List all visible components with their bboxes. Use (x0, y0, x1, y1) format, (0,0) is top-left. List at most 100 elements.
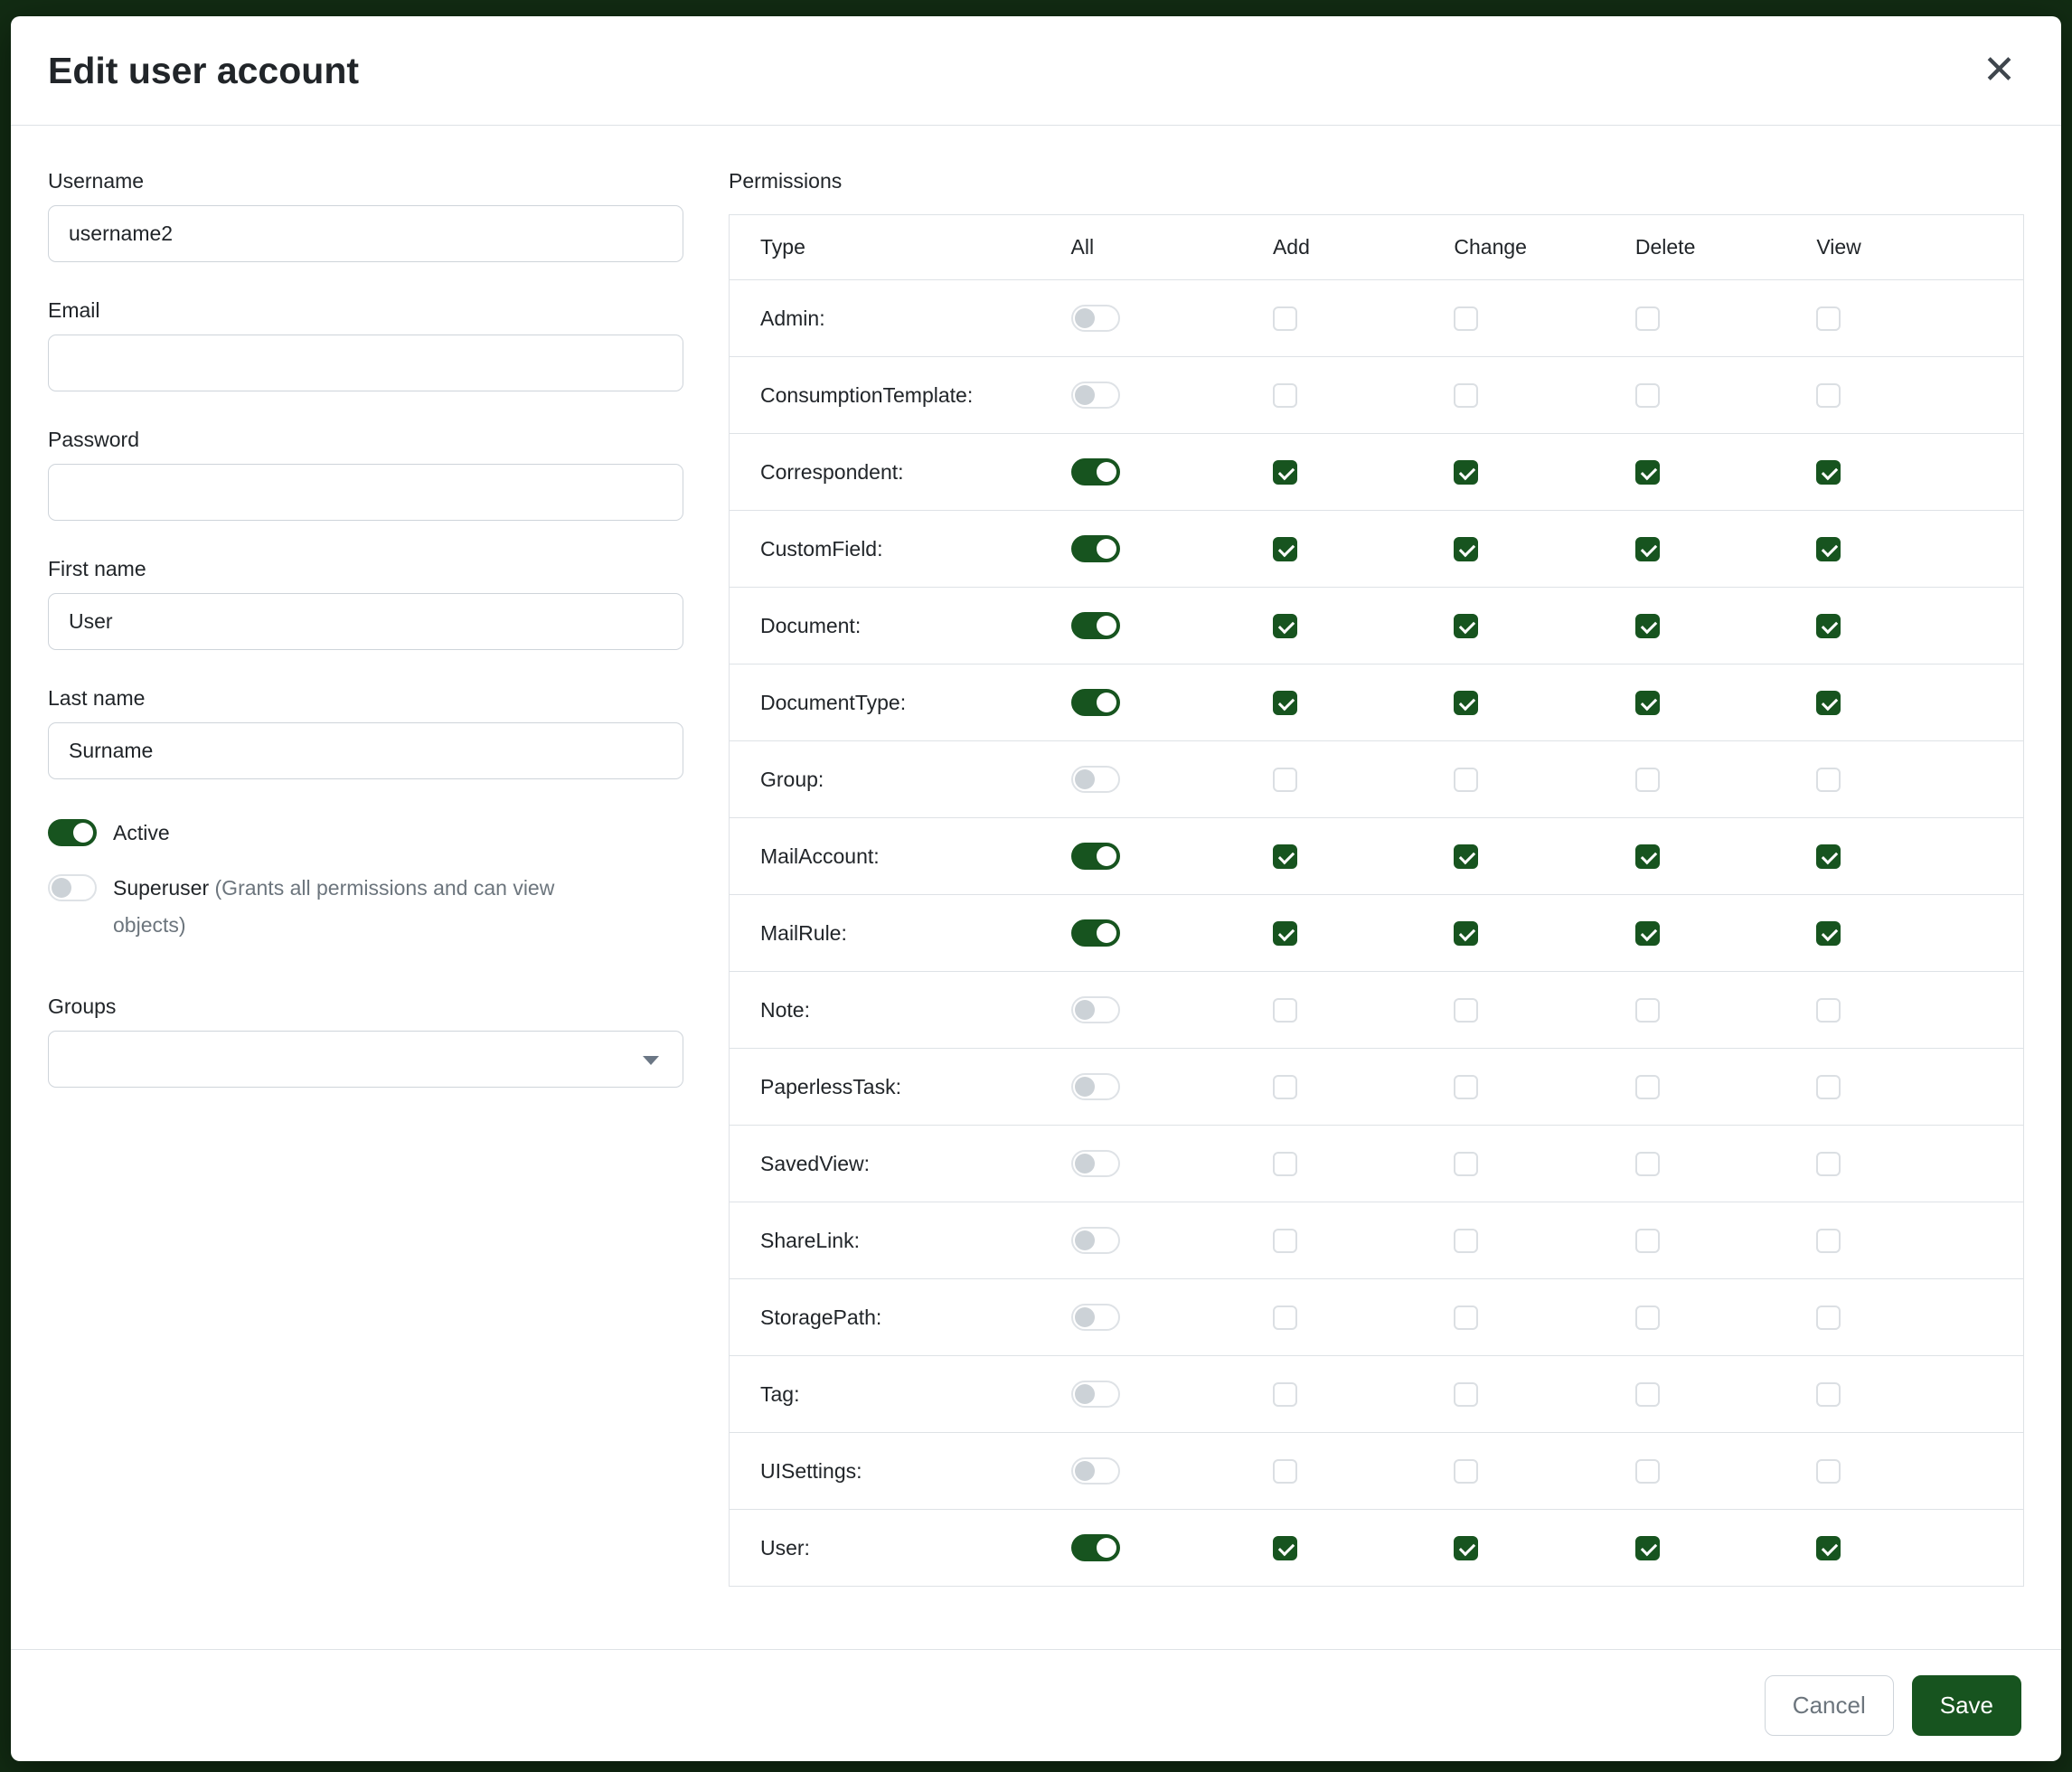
permission-change-checkbox[interactable] (1454, 691, 1478, 715)
permission-add-checkbox[interactable] (1273, 1152, 1297, 1176)
permission-add-checkbox[interactable] (1273, 1229, 1297, 1253)
permission-add-checkbox[interactable] (1273, 460, 1297, 485)
permission-delete-checkbox[interactable] (1635, 844, 1660, 869)
cancel-button[interactable]: Cancel (1765, 1675, 1894, 1736)
permission-add-checkbox[interactable] (1273, 537, 1297, 561)
permission-change-checkbox[interactable] (1454, 921, 1478, 946)
permission-delete-checkbox[interactable] (1635, 306, 1660, 331)
permission-view-checkbox[interactable] (1816, 537, 1841, 561)
permission-add-checkbox[interactable] (1273, 306, 1297, 331)
permission-delete-checkbox[interactable] (1635, 1075, 1660, 1099)
permission-delete-checkbox[interactable] (1635, 1152, 1660, 1176)
permission-delete-checkbox[interactable] (1635, 691, 1660, 715)
permission-view-checkbox[interactable] (1816, 768, 1841, 792)
username-input[interactable] (48, 205, 683, 262)
permission-view-checkbox[interactable] (1816, 1382, 1841, 1407)
permission-view-checkbox[interactable] (1816, 1459, 1841, 1484)
permission-delete-checkbox[interactable] (1635, 998, 1660, 1023)
toggle-knob (1075, 1384, 1095, 1404)
permission-delete-checkbox[interactable] (1635, 1459, 1660, 1484)
permission-view-checkbox[interactable] (1816, 1305, 1841, 1330)
permission-all-toggle[interactable] (1071, 919, 1120, 947)
superuser-toggle[interactable] (48, 874, 97, 901)
permission-delete-checkbox[interactable] (1635, 1382, 1660, 1407)
permission-change-checkbox[interactable] (1454, 768, 1478, 792)
permission-all-toggle[interactable] (1071, 1227, 1120, 1254)
permission-all-toggle[interactable] (1071, 535, 1120, 562)
permission-add-checkbox[interactable] (1273, 383, 1297, 408)
permission-all-toggle[interactable] (1071, 1150, 1120, 1177)
permission-change-checkbox[interactable] (1454, 537, 1478, 561)
permission-add-checkbox[interactable] (1273, 921, 1297, 946)
permission-all-toggle[interactable] (1071, 996, 1120, 1023)
permission-add-checkbox[interactable] (1273, 844, 1297, 869)
permission-delete-checkbox[interactable] (1635, 383, 1660, 408)
permission-change-checkbox[interactable] (1454, 1075, 1478, 1099)
permission-view-checkbox[interactable] (1816, 1536, 1841, 1560)
permission-change-checkbox[interactable] (1454, 1459, 1478, 1484)
permission-change-checkbox[interactable] (1454, 1536, 1478, 1560)
permission-add-checkbox[interactable] (1273, 1459, 1297, 1484)
permission-all-toggle[interactable] (1071, 766, 1120, 793)
permission-delete-checkbox[interactable] (1635, 537, 1660, 561)
permission-view-checkbox[interactable] (1816, 844, 1841, 869)
permission-all-toggle[interactable] (1071, 689, 1120, 716)
permission-add-checkbox[interactable] (1273, 1382, 1297, 1407)
permission-all-toggle[interactable] (1071, 1073, 1120, 1100)
permission-add-checkbox[interactable] (1273, 998, 1297, 1023)
permission-type-cell: StoragePath: (730, 1279, 1071, 1356)
permission-add-checkbox[interactable] (1273, 691, 1297, 715)
active-toggle[interactable] (48, 819, 97, 846)
email-field[interactable] (48, 335, 683, 391)
permission-delete-checkbox[interactable] (1635, 614, 1660, 638)
toggle-knob (1075, 1461, 1095, 1481)
permission-delete-checkbox[interactable] (1635, 1229, 1660, 1253)
save-button[interactable]: Save (1912, 1675, 2021, 1736)
permission-view-checkbox[interactable] (1816, 306, 1841, 331)
password-field[interactable] (48, 464, 683, 521)
permission-add-checkbox[interactable] (1273, 768, 1297, 792)
permission-all-toggle[interactable] (1071, 305, 1120, 332)
permission-all-toggle[interactable] (1071, 1457, 1120, 1485)
permission-delete-checkbox[interactable] (1635, 1305, 1660, 1330)
permission-change-checkbox[interactable] (1454, 1382, 1478, 1407)
permission-delete-checkbox[interactable] (1635, 1536, 1660, 1560)
permission-type-label: UISettings: (760, 1459, 862, 1483)
permission-change-checkbox[interactable] (1454, 1229, 1478, 1253)
permission-change-checkbox[interactable] (1454, 383, 1478, 408)
permission-add-checkbox[interactable] (1273, 614, 1297, 638)
permission-view-checkbox[interactable] (1816, 383, 1841, 408)
permission-all-toggle[interactable] (1071, 1304, 1120, 1331)
permission-all-toggle[interactable] (1071, 843, 1120, 870)
groups-select[interactable] (48, 1031, 683, 1088)
permission-view-checkbox[interactable] (1816, 1075, 1841, 1099)
permission-all-toggle[interactable] (1071, 382, 1120, 409)
permission-all-toggle[interactable] (1071, 612, 1120, 639)
permission-view-checkbox[interactable] (1816, 614, 1841, 638)
permission-change-checkbox[interactable] (1454, 1152, 1478, 1176)
permission-delete-checkbox[interactable] (1635, 768, 1660, 792)
permission-all-toggle[interactable] (1071, 1534, 1120, 1561)
permission-view-checkbox[interactable] (1816, 921, 1841, 946)
permission-change-checkbox[interactable] (1454, 614, 1478, 638)
last-name-field[interactable] (48, 722, 683, 779)
permission-all-toggle[interactable] (1071, 1381, 1120, 1408)
permission-change-checkbox[interactable] (1454, 306, 1478, 331)
permission-delete-checkbox[interactable] (1635, 921, 1660, 946)
permission-view-checkbox[interactable] (1816, 998, 1841, 1023)
permission-change-checkbox[interactable] (1454, 844, 1478, 869)
first-name-field[interactable] (48, 593, 683, 650)
close-button[interactable]: ✕ (1979, 51, 2020, 90)
permission-view-checkbox[interactable] (1816, 691, 1841, 715)
permission-change-checkbox[interactable] (1454, 998, 1478, 1023)
permission-view-checkbox[interactable] (1816, 460, 1841, 485)
permission-add-checkbox[interactable] (1273, 1305, 1297, 1330)
permission-view-checkbox[interactable] (1816, 1152, 1841, 1176)
permission-delete-checkbox[interactable] (1635, 460, 1660, 485)
permission-add-checkbox[interactable] (1273, 1536, 1297, 1560)
permission-all-toggle[interactable] (1071, 458, 1120, 485)
permission-add-checkbox[interactable] (1273, 1075, 1297, 1099)
permission-view-checkbox[interactable] (1816, 1229, 1841, 1253)
permission-change-checkbox[interactable] (1454, 460, 1478, 485)
permission-change-checkbox[interactable] (1454, 1305, 1478, 1330)
